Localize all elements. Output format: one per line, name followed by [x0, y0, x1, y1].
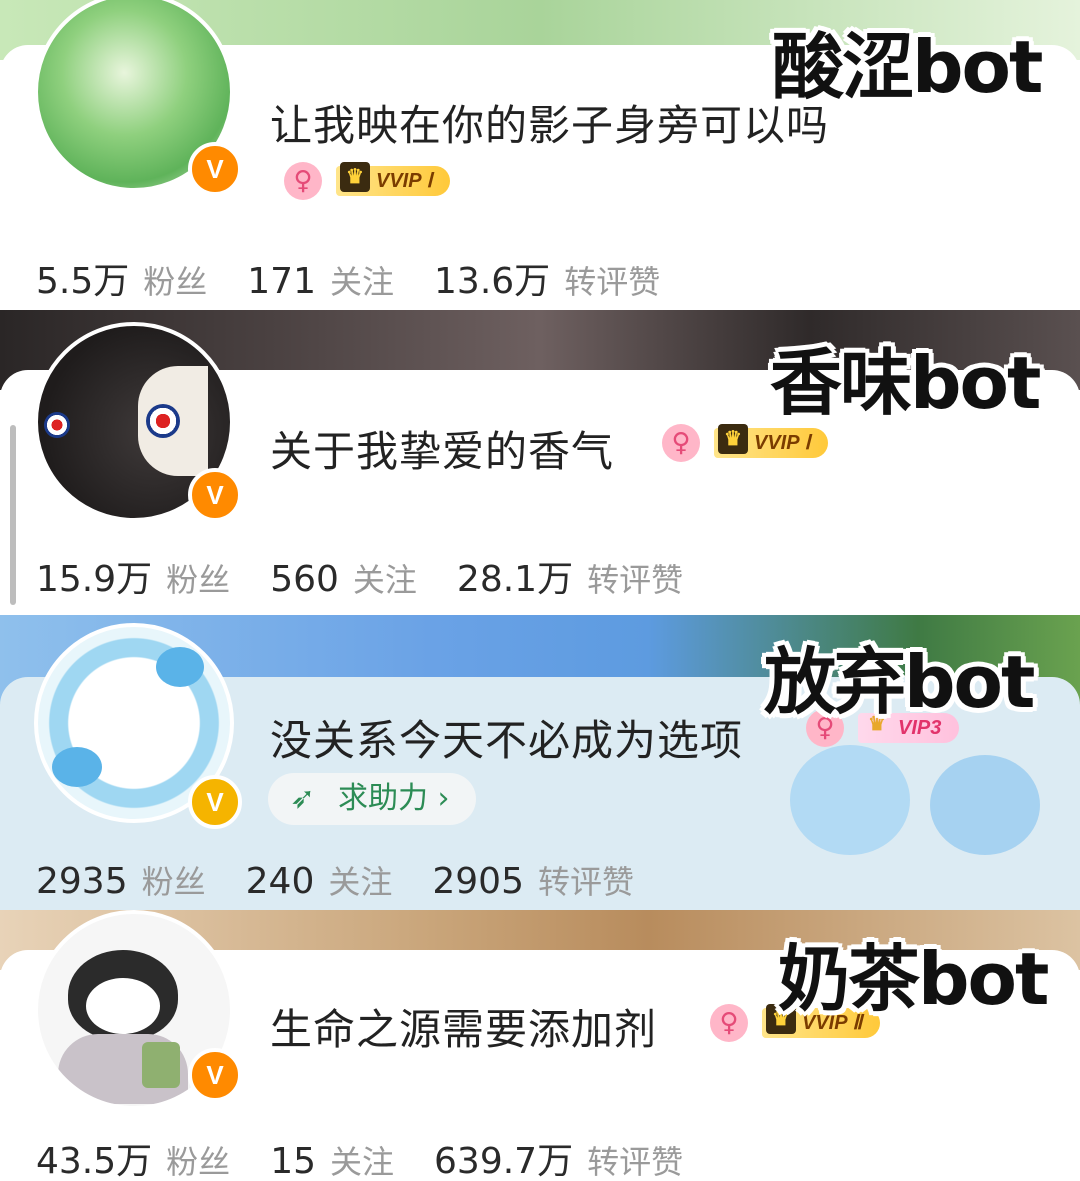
category-tag: 酸涩bot [772, 25, 1043, 109]
verified-v-icon: V [188, 775, 242, 829]
category-tag: 奶茶bot [778, 937, 1049, 1021]
profile-stats: 5.5万 粉丝 171 关注 13.6万 转评赞 [36, 252, 700, 304]
interactions-label: 转评赞 [538, 863, 635, 901]
smurf-avatar-image [52, 747, 102, 787]
target-logo-image [146, 404, 180, 438]
interactions-count: 28.1万 [456, 559, 574, 600]
profile-name: 没关系今天不必成为选项 [270, 716, 744, 765]
following-label[interactable]: 关注 [330, 263, 394, 301]
interactions-count: 2905 [432, 861, 524, 902]
following-label[interactable]: 关注 [328, 863, 392, 901]
interactions-label: 转评赞 [587, 561, 684, 599]
followers-label[interactable]: 粉丝 [143, 263, 207, 301]
smurf-avatar-image [156, 647, 204, 687]
help-boost-label: 求助力 › [338, 781, 450, 816]
drink-cup-image [142, 1042, 180, 1088]
profile-name: 关于我挚爱的香气 [270, 427, 615, 476]
followers-label[interactable]: 粉丝 [142, 863, 206, 901]
following-count[interactable]: 171 [247, 261, 316, 302]
profile-name: 让我映在你的影子身旁可以吗 [270, 101, 830, 150]
vip-badge[interactable]: ♛ VVIP Ⅰ [714, 424, 829, 458]
verified-v-icon: V [188, 1048, 242, 1102]
interactions-label: 转评赞 [564, 263, 661, 301]
profile-card-3[interactable]: V 没关系今天不必成为选项 ♀ ♛ VIP3 ➶ 求助力 › 2935 粉丝 240 关注… [0, 615, 1080, 910]
profile-card-1[interactable]: V 让我映在你的影子身旁可以吗 ♀ ♛ VVIP Ⅰ 5.5万 粉丝 171 关注 13.… [0, 0, 1080, 310]
following-label[interactable]: 关注 [353, 561, 417, 599]
followers-count[interactable]: 15.9万 [36, 559, 152, 600]
profile-stats: 43.5万 粉丝 15 关注 639.7万 转评赞 [36, 1132, 723, 1181]
category-tag: 放弃bot [764, 640, 1035, 724]
profile-stats: 2935 粉丝 240 关注 2905 转评赞 [36, 857, 674, 903]
profile-name: 生命之源需要添加剂 [270, 1005, 658, 1054]
smurf-decoration-image [930, 755, 1040, 855]
profile-stats: 15.9万 粉丝 560 关注 28.1万 转评赞 [36, 550, 723, 602]
rocket-icon: ➶ [290, 781, 316, 816]
penguin-face-image [86, 978, 160, 1034]
smurf-decoration-image [790, 745, 910, 855]
interactions-count: 639.7万 [434, 1141, 574, 1181]
following-count[interactable]: 240 [246, 861, 315, 902]
verified-v-icon: V [188, 468, 242, 522]
following-count[interactable]: 560 [270, 559, 339, 600]
following-label[interactable]: 关注 [330, 1143, 394, 1181]
interactions-count: 13.6万 [434, 261, 551, 302]
female-gender-icon: ♀ [284, 162, 322, 200]
crown-icon: ♛ [718, 424, 748, 454]
crown-icon: ♛ [340, 162, 370, 192]
scrollbar[interactable] [10, 425, 16, 605]
vip-badge[interactable]: ♛ VVIP Ⅰ [336, 162, 451, 196]
interactions-label: 转评赞 [587, 1143, 684, 1181]
female-gender-icon: ♀ [662, 424, 700, 462]
followers-label[interactable]: 粉丝 [166, 1143, 230, 1181]
category-tag: 香味bot [770, 341, 1041, 425]
followers-count[interactable]: 5.5万 [36, 261, 129, 302]
vip-label: VVIP Ⅰ [376, 170, 433, 192]
followers-count[interactable]: 2935 [36, 861, 128, 902]
profile-card-2[interactable]: V 关于我挚爱的香气 ♀ ♛ VVIP Ⅰ 15.9万 粉丝 560 关注 28.1万 转评… [0, 310, 1080, 615]
vip-label: VVIP Ⅰ [754, 432, 811, 454]
followers-label[interactable]: 粉丝 [166, 561, 230, 599]
female-gender-icon: ♀ [710, 1004, 748, 1042]
target-logo-image [44, 412, 70, 438]
profile-card-4[interactable]: V 生命之源需要添加剂 ♀ ♛ VVIP Ⅱ 43.5万 粉丝 15 关注 639.7万转… [0, 910, 1080, 1181]
verified-v-icon: V [188, 142, 242, 196]
help-boost-button[interactable]: ➶ 求助力 › [268, 773, 476, 825]
following-count[interactable]: 15 [270, 1141, 316, 1181]
followers-count[interactable]: 43.5万 [36, 1141, 152, 1181]
